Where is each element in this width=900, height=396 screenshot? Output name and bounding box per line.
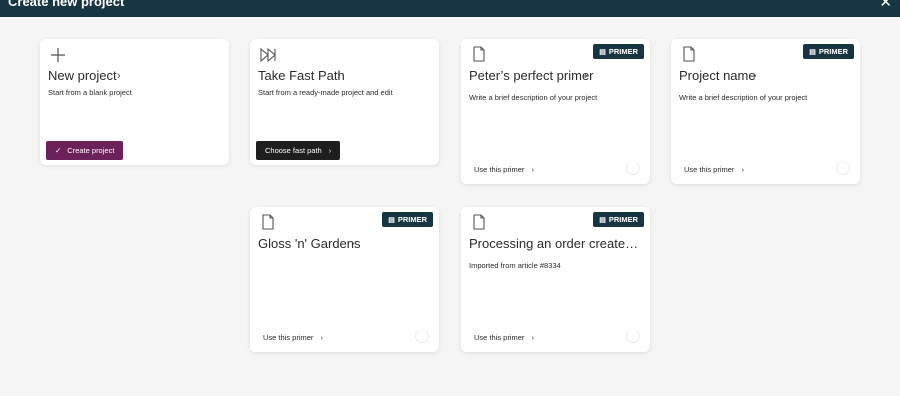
chevron-right-icon: › [117, 70, 121, 82]
close-icon[interactable]: ✕ [879, 0, 892, 10]
primer-badge: ▤ PRIMER [803, 44, 854, 59]
primer-card[interactable]: ▤ PRIMER Gloss 'n' Gardens › Use this pr… [250, 207, 439, 352]
loading-indicator [836, 161, 850, 175]
fast-forward-icon [260, 47, 276, 63]
use-primer-button[interactable]: Use this primer › [474, 333, 534, 342]
document-icon [683, 46, 695, 62]
chevron-right-icon: › [337, 70, 341, 82]
choose-fast-path-button[interactable]: Choose fast path › [256, 141, 341, 160]
document-icon: ▤ [599, 48, 606, 56]
card-title: Take Fast Path [258, 68, 345, 83]
card-title: Project name [679, 68, 756, 83]
document-icon [473, 214, 485, 230]
primer-card[interactable]: ▤ PRIMER Processing an order created in…… [461, 207, 650, 352]
chevron-right-icon: › [531, 165, 534, 174]
use-primer-button[interactable]: Use this primer › [474, 165, 534, 174]
create-project-label: Create project [67, 146, 115, 155]
chevron-right-icon: › [753, 70, 757, 82]
use-primer-label: Use this primer [263, 333, 314, 342]
chevron-right-icon: › [531, 333, 534, 342]
card-title: Processing an order created in… [469, 236, 641, 251]
loading-indicator [626, 329, 640, 343]
document-icon: ▤ [809, 48, 816, 56]
card-title: New project [48, 68, 117, 83]
use-primer-label: Use this primer [684, 165, 735, 174]
fast-path-card[interactable]: Take Fast Path › Start from a ready-made… [250, 39, 439, 165]
primer-badge: ▤ PRIMER [593, 44, 644, 59]
use-primer-button[interactable]: Use this primer › [263, 333, 323, 342]
choose-fast-path-label: Choose fast path [265, 146, 322, 155]
document-icon: ▤ [388, 216, 395, 224]
chevron-right-icon: › [328, 146, 332, 155]
dialog-header: Create new project ✕ [0, 0, 900, 17]
card-description: Imported from article #8334 [469, 261, 561, 270]
plus-icon [51, 48, 65, 62]
badge-label: PRIMER [608, 47, 638, 56]
document-icon [262, 214, 274, 230]
badge-label: PRIMER [818, 47, 848, 56]
document-icon: ▤ [599, 216, 606, 224]
primer-card[interactable]: ▤ PRIMER Peter’s perfect primer › Write … [461, 39, 650, 184]
card-description: Write a brief description of your projec… [469, 93, 598, 102]
dialog-title: Create new project [8, 0, 125, 9]
use-primer-label: Use this primer [474, 165, 525, 174]
badge-label: PRIMER [397, 215, 427, 224]
chevron-right-icon: › [741, 165, 744, 174]
chevron-right-icon: › [320, 333, 323, 342]
card-title: Gloss 'n' Gardens [258, 236, 361, 251]
card-description: Start from a ready-made project and edit [258, 88, 393, 97]
chevron-right-icon: › [351, 238, 355, 250]
new-project-card[interactable]: New project › Start from a blank project… [40, 39, 229, 165]
primer-badge: ▤ PRIMER [593, 212, 644, 227]
card-title: Peter’s perfect primer [469, 68, 594, 83]
check-icon: ✓ [55, 146, 62, 155]
primer-badge: ▤ PRIMER [382, 212, 433, 227]
card-description: Start from a blank project [48, 88, 132, 97]
card-description: Write a brief description of your projec… [679, 93, 808, 102]
primer-card[interactable]: ▤ PRIMER Project name › Write a brief de… [671, 39, 860, 184]
document-icon [473, 46, 485, 62]
loading-indicator [415, 329, 429, 343]
create-project-button[interactable]: ✓ Create project [46, 141, 124, 160]
use-primer-label: Use this primer [474, 333, 525, 342]
loading-indicator [626, 161, 640, 175]
use-primer-button[interactable]: Use this primer › [684, 165, 744, 174]
chevron-right-icon: › [584, 70, 588, 82]
badge-label: PRIMER [608, 215, 638, 224]
